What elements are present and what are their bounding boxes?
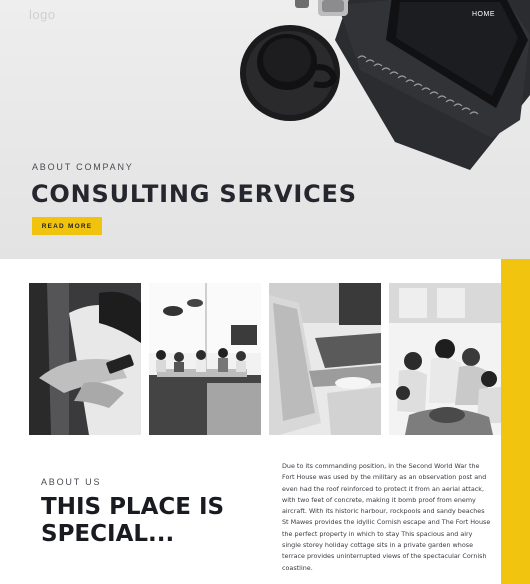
read-more-button[interactable]: READ MORE	[32, 217, 102, 235]
notebook-stack-graphic	[335, 0, 530, 170]
gallery-photo-4[interactable]	[389, 283, 501, 435]
about-eyebrow: ABOUT US	[41, 477, 102, 487]
gallery-photo-1[interactable]	[29, 283, 141, 435]
desk-items-graphic	[295, 0, 348, 16]
hero-eyebrow: ABOUT COMPANY	[32, 162, 134, 172]
site-logo[interactable]: logo	[29, 7, 56, 22]
about-title: THIS PLACE IS SPECIAL...	[41, 494, 225, 547]
coffee-cup-graphic	[240, 25, 340, 121]
gallery-photo-2[interactable]	[149, 283, 261, 435]
office-meeting-photo-icon	[149, 283, 261, 435]
nav-home-link[interactable]: HOME	[472, 11, 495, 18]
about-body-text: Due to its commanding position, in the S…	[282, 462, 491, 572]
gallery-photo-3[interactable]	[269, 283, 381, 435]
hero-title: CONSULTING SERVICES	[31, 180, 357, 208]
hero-section: logo HOME ABOUT COMPANY CONSULTING SERVI…	[0, 0, 530, 259]
hands-with-phone-photo-icon	[29, 283, 141, 435]
accent-bar	[501, 259, 530, 584]
team-hands-together-photo-icon	[389, 283, 501, 435]
laptop-desk-photo-icon	[269, 283, 381, 435]
